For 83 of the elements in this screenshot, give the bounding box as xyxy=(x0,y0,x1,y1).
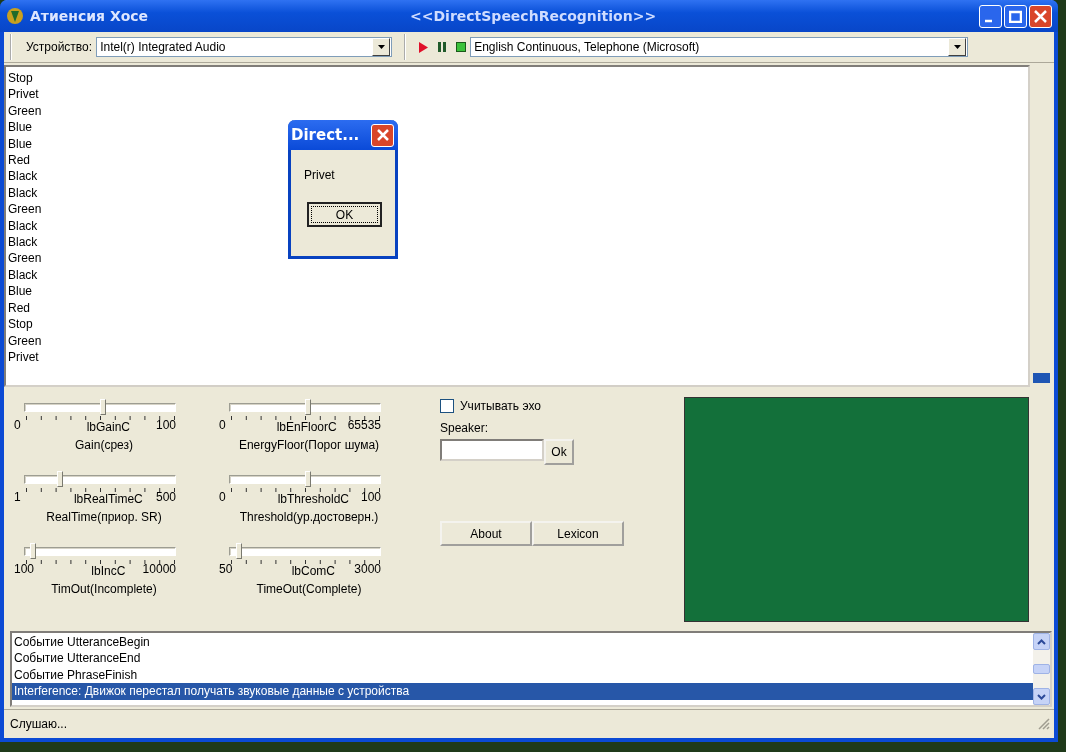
slider-caption: EnergyFloor(Порог шума) xyxy=(237,438,381,452)
word-item: Blue xyxy=(8,135,33,153)
word-item: Privet xyxy=(8,86,39,103)
word-item: Blue xyxy=(8,283,33,300)
value-label: lbComC xyxy=(291,565,335,578)
slider-thumb[interactable] xyxy=(236,543,242,559)
min-label: 50 xyxy=(219,563,233,578)
word-item: Privet xyxy=(8,348,39,366)
word-item: Green xyxy=(8,201,42,218)
scrollbar[interactable] xyxy=(1033,633,1050,705)
value-label: lbRealTimeC xyxy=(73,493,143,506)
scroll-down-icon[interactable] xyxy=(1033,688,1050,705)
minimize-icon[interactable] xyxy=(979,4,1002,28)
min-label: 0 xyxy=(219,419,226,434)
device-label: Устройство: xyxy=(26,40,93,54)
word-item: Black xyxy=(8,234,38,251)
close-icon[interactable] xyxy=(1029,4,1052,28)
status-text: Слушаю... xyxy=(10,717,67,731)
event-item[interactable]: Событие UtteranceBegin xyxy=(12,634,1033,651)
min-label: 0 xyxy=(14,419,21,434)
pause-icon[interactable] xyxy=(438,42,447,52)
scroll-marker xyxy=(1033,373,1050,383)
word-item: Black xyxy=(8,217,38,235)
window-title: Атиенсия Хосе xyxy=(30,8,150,24)
dialog-title: Direct... xyxy=(291,126,360,144)
word-item: Green xyxy=(8,102,42,120)
action-button[interactable]: Lexicon xyxy=(532,521,624,546)
word-item: Stop xyxy=(8,70,33,87)
dialog-message: Privet xyxy=(304,168,336,182)
slider-caption: TimeOut(Complete) xyxy=(255,582,363,596)
speaker-label: Speaker: xyxy=(440,421,490,435)
checkbox-label: Учитывать эхо xyxy=(460,399,541,413)
maximize-icon[interactable] xyxy=(1004,4,1027,28)
min-label: 100 xyxy=(14,563,35,578)
slider-thumb[interactable] xyxy=(100,399,106,415)
min-label: 0 xyxy=(219,491,226,506)
word-item: Stop xyxy=(8,316,33,333)
slider-caption: Gain(срез) xyxy=(74,438,134,452)
slider-thumb[interactable] xyxy=(305,471,311,487)
action-button[interactable]: About xyxy=(440,521,532,546)
window-caption: <<DirectSpeechRecognition>> xyxy=(410,8,658,24)
word-item: Green xyxy=(8,332,42,349)
word-item: Black xyxy=(8,168,38,185)
play-icon[interactable] xyxy=(418,41,429,53)
stop-icon[interactable] xyxy=(456,42,467,52)
checkbox[interactable] xyxy=(440,399,454,413)
value-label: lbIncC xyxy=(91,565,126,578)
event-item[interactable]: Interference: Движок перестал получать звуковые данные с устройства xyxy=(12,683,1033,700)
min-label: 1 xyxy=(14,491,21,506)
ok-button[interactable]: Ok xyxy=(544,439,574,465)
slider-caption: Threshold(ур.достоверн.) xyxy=(238,510,380,524)
word-item: Green xyxy=(8,250,42,267)
engine-dropdown[interactable]: English Continuous, Telephone (Microsoft) xyxy=(470,37,969,57)
device-dropdown[interactable]: Intel(r) Integrated Audio xyxy=(96,37,393,57)
slider-thumb[interactable] xyxy=(305,399,311,415)
word-item: Blue xyxy=(8,119,33,136)
slider-caption: TimOut(Incomplete) xyxy=(50,582,158,596)
max-label: 65535 xyxy=(347,419,381,434)
slider-caption: RealTime(приор. SR) xyxy=(45,510,163,524)
app-icon xyxy=(6,7,24,25)
word-item: Red xyxy=(8,299,30,317)
value-label: lbGainC xyxy=(86,421,130,434)
value-label: lbEnFloorC xyxy=(276,421,337,434)
max-label: 3000 xyxy=(354,563,381,578)
max-label: 100 xyxy=(360,491,381,506)
slider-thumb[interactable] xyxy=(29,543,36,559)
max-label: 10000 xyxy=(142,563,176,578)
echo-checkbox[interactable]: Учитывать эхо xyxy=(440,399,650,413)
max-label: 500 xyxy=(155,491,176,506)
word-item: Black xyxy=(8,184,38,202)
max-label: 100 xyxy=(155,419,176,434)
event-item[interactable]: Событие PhraseFinish xyxy=(12,666,1033,684)
event-item[interactable]: Событие UtteranceEnd xyxy=(12,650,1033,667)
close-icon[interactable] xyxy=(371,123,394,147)
word-item: Red xyxy=(8,152,30,169)
resize-grip-icon[interactable] xyxy=(1038,718,1050,730)
ok-button[interactable]: OK xyxy=(307,202,382,227)
speaker-field[interactable] xyxy=(440,439,544,461)
scroll-up-icon[interactable] xyxy=(1033,633,1050,650)
scroll-thumb[interactable] xyxy=(1033,664,1050,674)
word-item: Black xyxy=(8,266,38,284)
slider-thumb[interactable] xyxy=(56,471,63,487)
value-label: lbThresholdC xyxy=(277,493,349,506)
